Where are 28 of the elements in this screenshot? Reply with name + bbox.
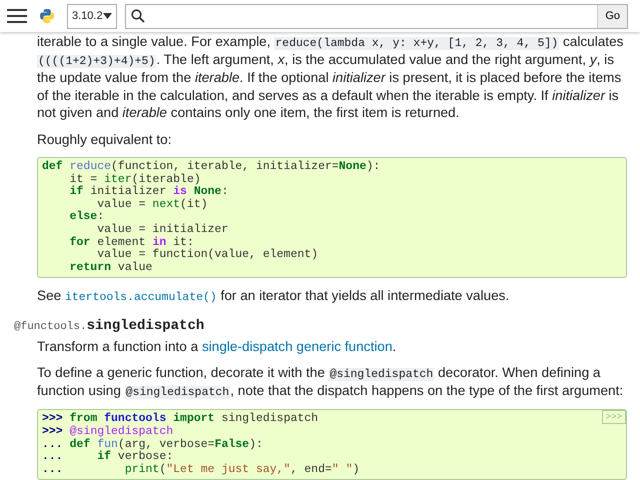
- menu-icon[interactable]: [7, 8, 27, 24]
- code-line: value = function(value, element): [96, 249, 318, 262]
- code-line: for element in it:: [68, 236, 194, 249]
- code-line: >>> from functools import singledispatch: [42, 413, 318, 426]
- code-line: ... print("Let me just say,", end=" "): [42, 464, 360, 476]
- code-line: it = iter(iterable): [68, 174, 201, 186]
- version-select[interactable]: 3.10.2: [67, 4, 117, 28]
- code-line: value = initializer: [96, 224, 228, 236]
- code-link[interactable]: itertools.accumulate(): [64, 291, 217, 304]
- code-line: if initializer is None:: [68, 186, 228, 198]
- code-line: else:: [68, 211, 104, 224]
- search-icon: [131, 9, 145, 23]
- search-field[interactable]: Go: [125, 4, 628, 28]
- go-button[interactable]: Go: [597, 4, 627, 28]
- text-link[interactable]: single-dispatch generic function: [202, 338, 392, 354]
- code-line: ... def fun(arg, verbose=False):: [42, 438, 263, 451]
- signature-prefix: @functools.: [14, 320, 87, 333]
- code-line: def reduce(function, iterable, initializer=None):: [42, 161, 380, 174]
- caret-icon: [103, 13, 112, 19]
- code-line: return value: [68, 262, 152, 274]
- paragraph: Transform a function into a single-dispatch generic function.: [37, 338, 398, 356]
- paragraph: Roughly equivalent to:: [37, 130, 173, 148]
- code-line: ... if verbose:: [42, 451, 174, 464]
- snake-logo-icon[interactable]: [39, 8, 55, 24]
- function-name: singledispatch: [86, 318, 204, 334]
- code-line: >>> @singledispatch: [42, 426, 174, 438]
- code-line: value = next(it): [96, 198, 208, 212]
- paragraph: See itertools.accumulate() for an iterator that yields all intermediate values.: [37, 287, 510, 306]
